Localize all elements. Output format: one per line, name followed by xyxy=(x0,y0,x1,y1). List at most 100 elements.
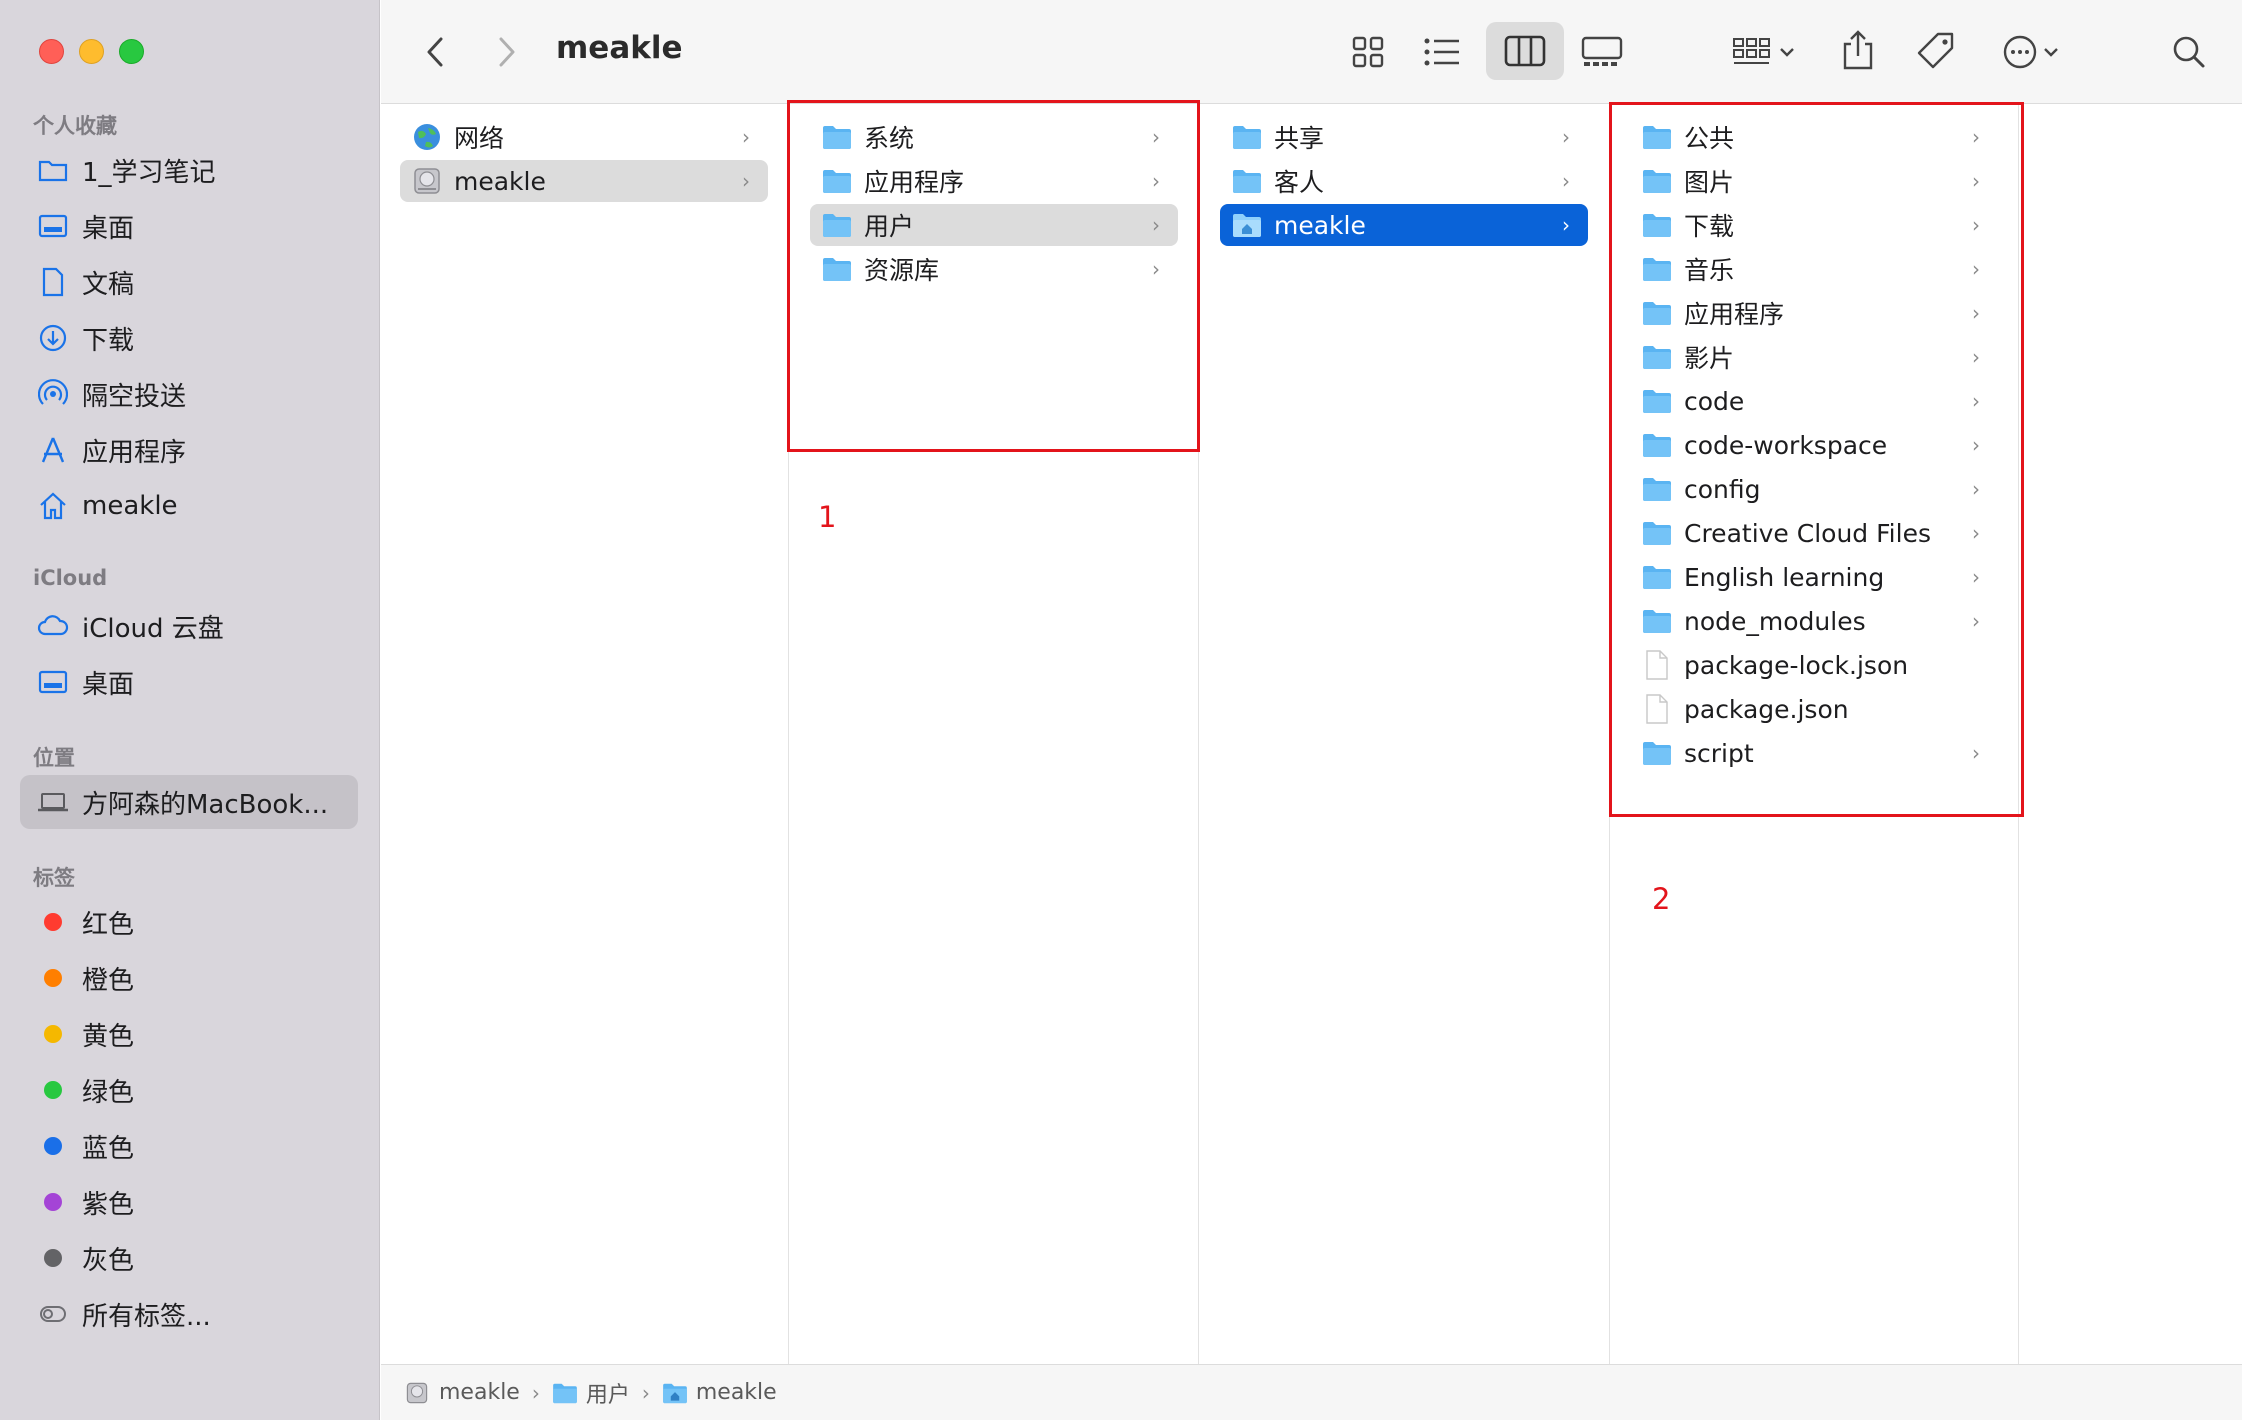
path-item-label: meakle xyxy=(439,1380,520,1405)
chevron-right-icon: › xyxy=(742,125,750,149)
sidebar-item-label: 橙色 xyxy=(82,965,135,996)
path-item-drive[interactable]: meakle xyxy=(405,1380,520,1406)
sidebar-item-label: 蓝色 xyxy=(82,1133,135,1164)
back-button[interactable] xyxy=(414,30,458,74)
sidebar-item-label: 隔空投送 xyxy=(82,381,187,412)
icloud-header: iCloud xyxy=(33,566,108,590)
chevron-right-icon: › xyxy=(1562,125,1570,149)
search-icon xyxy=(2173,36,2205,68)
chevron-right-icon: › xyxy=(1562,169,1570,193)
sidebar-item-icloud-desktop[interactable]: 桌面 xyxy=(20,655,358,709)
annotation-label-2: 2 xyxy=(1652,882,1671,916)
annotation-label-1: 1 xyxy=(818,500,837,534)
row-label: meakle xyxy=(1274,210,1366,240)
sidebar-item-label: 灰色 xyxy=(82,1245,135,1276)
sidebar-tag-purple[interactable]: 紫色 xyxy=(20,1175,358,1229)
folder-icon xyxy=(552,1380,578,1406)
sidebar-item-downloads[interactable]: 下载 xyxy=(20,311,358,365)
forward-button[interactable] xyxy=(484,30,528,74)
desktop-icon xyxy=(36,209,70,243)
list-view-button[interactable] xyxy=(1416,28,1468,76)
tag-dot-icon xyxy=(36,1129,70,1163)
annotation-box-1 xyxy=(787,100,1200,452)
chevron-right-icon: › xyxy=(1562,213,1570,237)
sidebar-tag-green[interactable]: 绿色 xyxy=(20,1063,358,1117)
tags-button[interactable] xyxy=(1912,26,1960,76)
airdrop-icon xyxy=(36,377,70,411)
path-separator-icon: › xyxy=(531,1380,540,1405)
hard-drive-icon xyxy=(405,1380,431,1406)
desktop-icon xyxy=(36,665,70,699)
row-label: meakle xyxy=(454,166,546,196)
annotation-box-2 xyxy=(1609,102,2024,817)
tag-icon xyxy=(1917,32,1954,69)
sidebar-item-study-notes[interactable]: 1_学习笔记 xyxy=(20,143,358,197)
sidebar-tag-red[interactable]: 红色 xyxy=(20,895,358,949)
close-window-button[interactable] xyxy=(39,39,64,64)
sidebar-tag-orange[interactable]: 橙色 xyxy=(20,951,358,1005)
sidebar-item-label: 绿色 xyxy=(82,1077,135,1108)
sidebar-item-label: 所有标签... xyxy=(82,1301,211,1332)
column-row-shared[interactable]: 共享 › xyxy=(1220,116,1588,158)
chevron-right-icon: › xyxy=(742,169,750,193)
sidebar-item-icloud-drive[interactable]: iCloud 云盘 xyxy=(20,599,358,653)
sidebar-item-airdrop[interactable]: 隔空投送 xyxy=(20,367,358,421)
sidebar-item-home[interactable]: meakle xyxy=(20,479,358,533)
download-icon xyxy=(36,321,70,355)
row-label: 客人 xyxy=(1274,168,1325,197)
column-row-network[interactable]: 网络 › xyxy=(400,116,768,158)
row-label: 共享 xyxy=(1274,124,1325,153)
tag-dot-icon xyxy=(36,961,70,995)
tag-dot-icon xyxy=(36,905,70,939)
zoom-window-button[interactable] xyxy=(119,39,144,64)
folder-icon xyxy=(1232,166,1262,196)
tags-header: 标签 xyxy=(33,866,75,890)
column-row-meakle-home[interactable]: meakle › xyxy=(1220,204,1588,246)
tag-dot-icon xyxy=(36,1017,70,1051)
more-actions-button[interactable] xyxy=(1996,28,2066,76)
tag-dot-icon xyxy=(36,1241,70,1275)
sidebar-item-label: meakle xyxy=(82,491,178,521)
sidebar-tag-yellow[interactable]: 黄色 xyxy=(20,1007,358,1061)
column-row-guest[interactable]: 客人 › xyxy=(1220,160,1588,202)
home-icon xyxy=(36,489,70,523)
row-label: 网络 xyxy=(454,124,505,153)
search-button[interactable] xyxy=(2166,28,2212,76)
sidebar-tag-blue[interactable]: 蓝色 xyxy=(20,1119,358,1173)
share-button[interactable] xyxy=(1836,24,1880,76)
folder-icon xyxy=(1232,122,1262,152)
list-icon xyxy=(1424,38,1459,66)
all-tags-icon xyxy=(36,1297,70,1331)
sidebar-item-macbook[interactable]: 方阿森的MacBook... xyxy=(20,775,358,829)
path-item-users[interactable]: 用户 xyxy=(552,1377,630,1409)
group-by-button[interactable] xyxy=(1724,28,1804,76)
home-folder-icon xyxy=(662,1380,688,1406)
sidebar-item-documents[interactable]: 文稿 xyxy=(20,255,358,309)
sidebar-tag-gray[interactable]: 灰色 xyxy=(20,1231,358,1285)
more-icon xyxy=(2003,35,2037,69)
sidebar-all-tags[interactable]: 所有标签... xyxy=(20,1287,358,1341)
column-row-meakle-drive[interactable]: meakle › xyxy=(400,160,768,202)
path-item-home[interactable]: meakle xyxy=(662,1380,777,1406)
chevron-right-icon xyxy=(499,37,515,67)
columns-icon xyxy=(1504,35,1546,67)
sidebar-item-label: 应用程序 xyxy=(82,437,187,468)
column-view-button[interactable] xyxy=(1486,22,1564,80)
gallery-icon xyxy=(1581,36,1623,66)
network-globe-icon xyxy=(412,122,442,152)
gallery-view-button[interactable] xyxy=(1576,28,1628,76)
grid-icon xyxy=(1352,36,1384,68)
hard-drive-icon xyxy=(412,166,442,196)
sidebar-item-label: 下载 xyxy=(82,325,135,356)
minimize-window-button[interactable] xyxy=(79,39,104,64)
sidebar-item-label: 桌面 xyxy=(82,213,135,244)
group-grid-icon xyxy=(1733,38,1770,64)
home-folder-icon xyxy=(1232,210,1262,240)
sidebar-item-label: iCloud 云盘 xyxy=(82,613,224,644)
sidebar-item-applications[interactable]: 应用程序 xyxy=(20,423,358,477)
sidebar-item-desktop[interactable]: 桌面 xyxy=(20,199,358,253)
document-icon xyxy=(36,265,70,299)
favorites-header: 个人收藏 xyxy=(33,114,117,138)
icon-view-button[interactable] xyxy=(1344,28,1392,76)
laptop-icon xyxy=(36,785,70,819)
